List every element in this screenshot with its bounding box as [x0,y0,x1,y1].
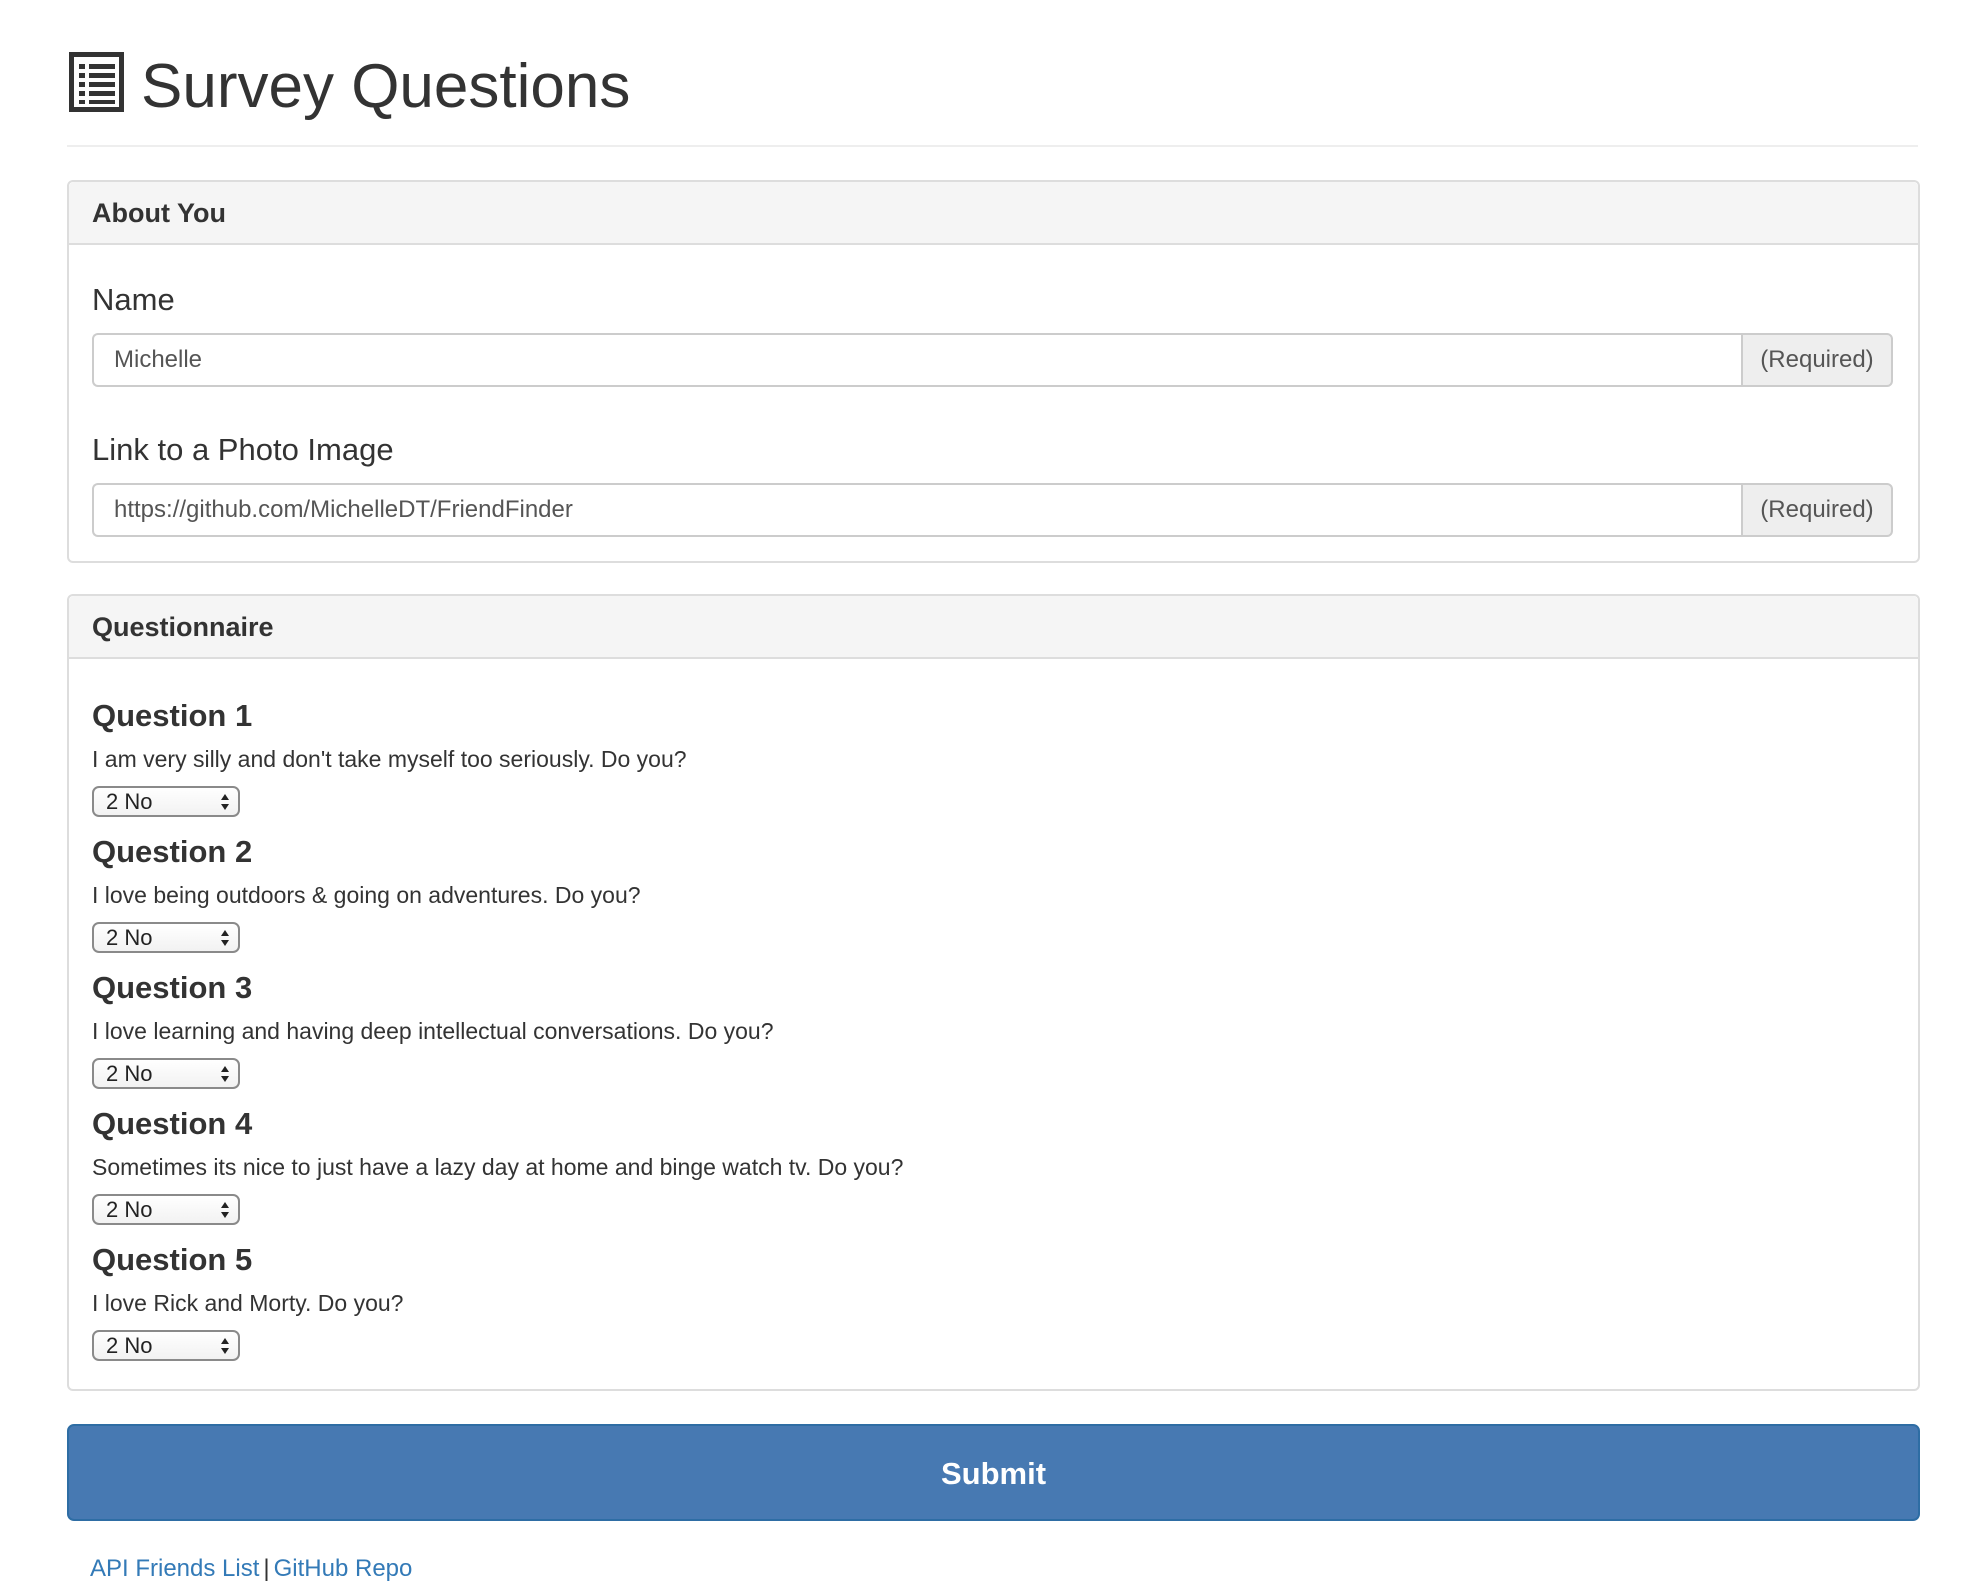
question-4-select[interactable]: 2 No [92,1194,240,1225]
photo-link-label: Link to a Photo Image [92,432,394,467]
select-value: 2 No [106,1061,153,1086]
name-label: Name [92,282,175,317]
question-text: I love learning and having deep intellec… [92,1018,774,1044]
question-5-select[interactable]: 2 No [92,1330,240,1361]
select-value: 2 No [106,1333,153,1358]
list-alt-icon [69,52,124,112]
submit-button[interactable]: Submit [67,1424,1920,1521]
question-item: Question 2 I love being outdoors & going… [92,834,1872,970]
select-arrows-icon [221,794,229,810]
question-item: Question 3 I love learning and having de… [92,970,1872,1106]
questionnaire-panel: Questionnaire Question 1 I am very silly… [67,594,1920,1391]
photo-link-required-addon: (Required) [1741,483,1893,537]
question-item: Question 1 I am very silly and don't tak… [92,698,1872,834]
select-arrows-icon [221,1202,229,1218]
photo-link-input-group: (Required) [92,483,1893,537]
page-header: Survey Questions [67,40,1918,147]
name-input[interactable] [92,333,1741,387]
question-title: Question 3 [92,970,253,1005]
select-arrows-icon [221,1338,229,1354]
footer: API Friends List | GitHub Repo [90,1554,412,1584]
question-1-select[interactable]: 2 No [92,786,240,817]
question-title: Question 1 [92,698,253,733]
about-you-panel: About You Name (Required) Link to a Phot… [67,180,1920,563]
question-text: I am very silly and don't take myself to… [92,746,687,772]
question-title: Question 2 [92,834,253,869]
question-item: Question 5 I love Rick and Morty. Do you… [92,1242,1872,1378]
about-you-heading: About You [92,198,226,228]
question-item: Question 4 Sometimes its nice to just ha… [92,1106,1872,1242]
question-3-select[interactable]: 2 No [92,1058,240,1089]
select-value: 2 No [106,1197,153,1222]
name-input-group: (Required) [92,333,1893,387]
questionnaire-panel-heading: Questionnaire [69,596,1918,659]
select-arrows-icon [221,1066,229,1082]
select-value: 2 No [106,789,153,814]
select-arrows-icon [221,930,229,946]
photo-link-input[interactable] [92,483,1741,537]
question-text: I love Rick and Morty. Do you? [92,1290,404,1316]
page-title: Survey Questions [141,52,631,121]
about-you-panel-heading: About You [69,182,1918,245]
question-title: Question 4 [92,1106,253,1141]
question-title: Question 5 [92,1242,253,1277]
name-required-addon: (Required) [1741,333,1893,387]
select-value: 2 No [106,925,153,950]
questionnaire-heading: Questionnaire [92,612,274,642]
question-2-select[interactable]: 2 No [92,922,240,953]
question-text: I love being outdoors & going on adventu… [92,882,641,908]
question-text: Sometimes its nice to just have a lazy d… [92,1154,904,1180]
